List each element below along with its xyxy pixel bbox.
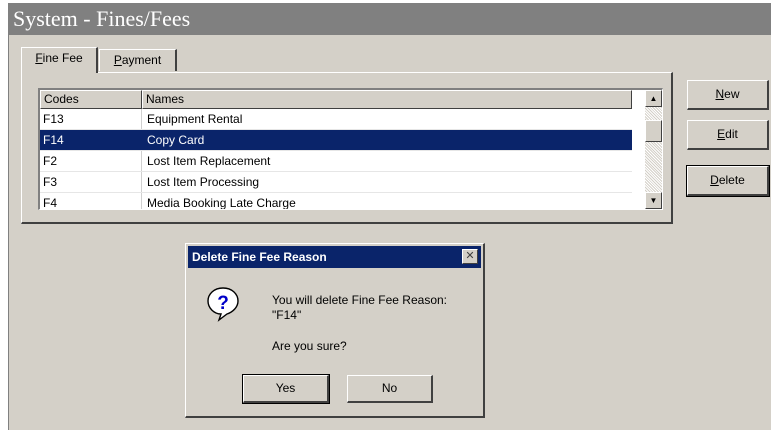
row-code: F3 [40, 172, 142, 192]
row-code: F2 [40, 151, 142, 171]
row-name: Media Booking Late Charge [147, 196, 296, 210]
list-row-selected[interactable]: F14 Copy Card [40, 130, 632, 151]
button-label: elete [718, 173, 745, 187]
row-code: F13 [40, 109, 142, 129]
scroll-up-button[interactable]: ▲ [645, 90, 662, 107]
delete-button[interactable]: Delete [686, 165, 770, 197]
fines-fees-window: System - Fines/Fees Fine Fee Payment Cod… [8, 3, 771, 430]
list-header: Codes Names [40, 90, 632, 109]
question-icon: ? [207, 287, 239, 322]
tab-mnemonic: P [113, 53, 122, 67]
button-label: dit [725, 127, 738, 141]
button-mnemonic: D [710, 173, 719, 187]
svg-text:?: ? [217, 293, 229, 314]
dialog-message-line1: You will delete Fine Fee Reason: [272, 293, 447, 307]
row-name: Lost Item Processing [147, 175, 260, 189]
button-mnemonic: N [715, 87, 725, 101]
scroll-down-button[interactable]: ▼ [645, 192, 662, 209]
dialog-title-bar: Delete Fine Fee Reason ✕ [188, 246, 481, 268]
list-row[interactable]: F13 Equipment Rental [40, 109, 632, 130]
close-icon[interactable]: ✕ [462, 249, 478, 264]
window-title: System - Fines/Fees [9, 3, 771, 35]
dialog-title: Delete Fine Fee Reason [192, 250, 327, 264]
list-scrollbar[interactable]: ▲ ▼ [645, 90, 662, 209]
tab-label: ine Fee [42, 51, 83, 65]
yes-button[interactable]: Yes [242, 374, 330, 404]
scroll-thumb[interactable] [645, 120, 662, 142]
column-header-names[interactable]: Names [142, 90, 632, 109]
tab-fine-fee[interactable]: Fine Fee [21, 47, 98, 73]
new-button[interactable]: New [687, 80, 769, 110]
delete-confirm-dialog: Delete Fine Fee Reason ✕ ? You will dele… [185, 243, 485, 418]
row-name: Lost Item Replacement [147, 154, 271, 168]
fine-fee-list[interactable]: Codes Names F13 Equipment Rental F14 Cop… [38, 88, 663, 210]
list-row[interactable]: F3 Lost Item Processing [40, 172, 632, 193]
tab-payment[interactable]: Payment [99, 49, 177, 71]
row-code: F4 [40, 193, 142, 209]
row-name: Copy Card [147, 133, 205, 147]
button-label: ew [724, 87, 740, 101]
tab-label: ayment [121, 53, 162, 67]
column-header-codes[interactable]: Codes [40, 90, 142, 109]
list-row[interactable]: F2 Lost Item Replacement [40, 151, 632, 172]
fine-fee-panel: Codes Names F13 Equipment Rental F14 Cop… [21, 72, 673, 224]
dialog-question: Are you sure? [272, 339, 347, 353]
no-button[interactable]: No [347, 375, 433, 403]
dialog-message-line2: "F14" [272, 308, 302, 322]
row-name: Equipment Rental [147, 112, 243, 126]
edit-button[interactable]: Edit [687, 120, 769, 150]
list-row[interactable]: F4 Media Booking Late Charge [40, 193, 632, 210]
row-code: F14 [40, 130, 142, 150]
list-rows: F13 Equipment Rental F14 Copy Card F2 Lo… [40, 109, 632, 210]
button-mnemonic: E [717, 127, 726, 141]
tab-mnemonic: F [35, 51, 43, 65]
